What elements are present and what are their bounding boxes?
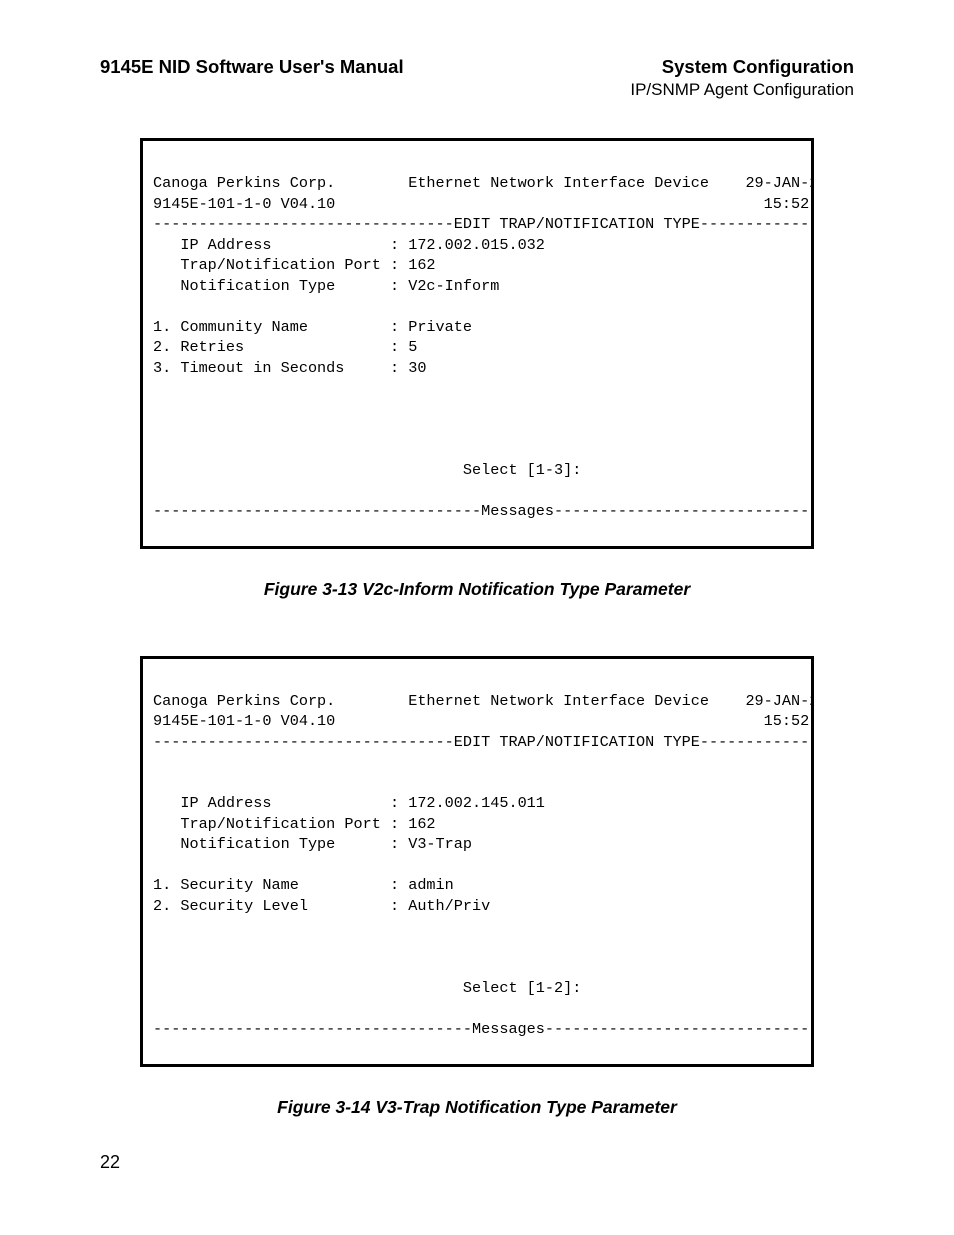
page-number: 22 <box>100 1152 120 1173</box>
document-page: 9145E NID Software User's Manual System … <box>0 0 954 1118</box>
notification-type-value: V2c-Inform <box>408 277 499 295</box>
trap-port-value: 162 <box>408 815 435 833</box>
company: Canoga Perkins Corp. <box>153 692 335 710</box>
manual-title: 9145E NID Software User's Manual <box>100 56 404 78</box>
notification-type-label: Notification Type : <box>153 835 399 853</box>
community-name-label: 1. Community Name : <box>153 318 399 336</box>
timeout-label: 3. Timeout in Seconds : <box>153 359 399 377</box>
ip-address-label: IP Address : <box>153 236 399 254</box>
company: Canoga Perkins Corp. <box>153 174 335 192</box>
section-title: System Configuration <box>662 56 854 78</box>
model-version: 9145E-101-1-0 V04.10 <box>153 195 335 213</box>
trap-port-label: Trap/Notification Port : <box>153 256 399 274</box>
notification-type-label: Notification Type : <box>153 277 399 295</box>
ip-address-value: 172.002.015.032 <box>408 236 545 254</box>
select-prompt[interactable]: Select [1-2]: <box>153 979 581 997</box>
section-rule: ---------------------------------EDIT TR… <box>153 215 814 233</box>
section-subtitle: IP/SNMP Agent Configuration <box>100 80 854 100</box>
terminal-fig-3-13: Canoga Perkins Corp. Ethernet Network In… <box>140 138 814 549</box>
trap-port-value: 162 <box>408 256 435 274</box>
retries-value: 5 <box>408 338 417 356</box>
trap-port-label: Trap/Notification Port : <box>153 815 399 833</box>
device-type: Ethernet Network Interface Device <box>408 174 709 192</box>
model-version: 9145E-101-1-0 V04.10 <box>153 712 335 730</box>
ip-address-label: IP Address : <box>153 794 399 812</box>
date: 29-JAN-2009 <box>745 692 814 710</box>
security-name-label: 1. Security Name : <box>153 876 399 894</box>
time: 15:52:50 <box>764 195 814 213</box>
device-type: Ethernet Network Interface Device <box>408 692 709 710</box>
retries-label: 2. Retries : <box>153 338 399 356</box>
security-level-label: 2. Security Level : <box>153 897 399 915</box>
community-name-value: Private <box>408 318 472 336</box>
figure-caption-3-13: Figure 3-13 V2c-Inform Notification Type… <box>100 579 854 600</box>
page-header: 9145E NID Software User's Manual System … <box>100 56 854 78</box>
section-rule: ---------------------------------EDIT TR… <box>153 733 814 751</box>
select-prompt[interactable]: Select [1-3]: <box>153 461 581 479</box>
messages-rule: -----------------------------------Messa… <box>153 1020 814 1038</box>
timeout-value: 30 <box>408 359 426 377</box>
time: 15:52:50 <box>764 712 814 730</box>
figure-caption-3-14: Figure 3-14 V3-Trap Notification Type Pa… <box>100 1097 854 1118</box>
date: 29-JAN-2009 <box>745 174 814 192</box>
messages-rule: ------------------------------------Mess… <box>153 502 814 520</box>
terminal-fig-3-14: Canoga Perkins Corp. Ethernet Network In… <box>140 656 814 1067</box>
security-level-value: Auth/Priv <box>408 897 490 915</box>
notification-type-value: V3-Trap <box>408 835 472 853</box>
security-name-value: admin <box>408 876 454 894</box>
ip-address-value: 172.002.145.011 <box>408 794 545 812</box>
